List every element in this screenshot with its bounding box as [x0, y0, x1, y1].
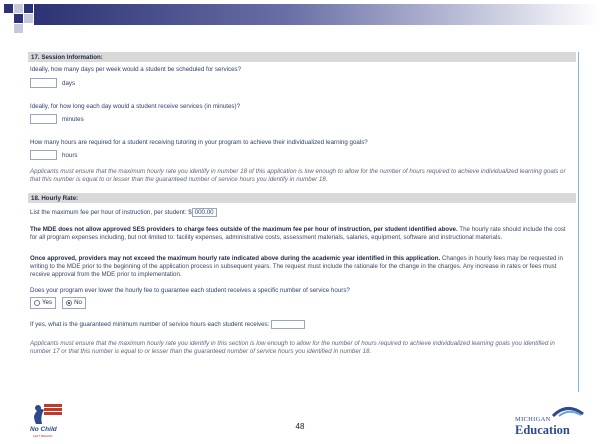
hours-question: How many hours are required for a studen…	[30, 139, 368, 146]
hours-unit: hours	[62, 152, 78, 159]
flag-figure-icon	[34, 404, 62, 424]
banner-square	[14, 24, 23, 33]
michigan-education-logo: MICHIGAN Education	[515, 404, 585, 440]
logo-left-subtext: LEFT BEHIND	[33, 434, 53, 438]
section-17-heading: 17. Session Information:	[28, 52, 576, 62]
lower-fee-question: Does your program ever lower the hourly …	[30, 287, 350, 294]
policy-2-bold: Once approved, providers may not exceed …	[30, 255, 441, 262]
logo-right-top: MICHIGAN	[515, 416, 551, 423]
section-18-note: Applicants must ensure that the maximum …	[30, 340, 555, 355]
radio-no-dot	[66, 299, 73, 306]
radio-yes-dot	[34, 299, 40, 306]
min-hours-row: If yes, what is the guaranteed minimum n…	[30, 320, 306, 329]
no-child-left-behind-logo: No Child LEFT BEHIND	[30, 402, 70, 438]
logo-right-bottom: Education	[515, 423, 570, 437]
logo-left-text: No Child	[30, 426, 57, 433]
banner-square	[14, 4, 23, 13]
minutes-input[interactable]	[30, 114, 57, 124]
banner-gradient-bar	[34, 4, 600, 25]
banner-square	[14, 14, 23, 23]
policy-paragraph-2: Once approved, providers may not exceed …	[30, 255, 572, 278]
minutes-unit: minutes	[62, 116, 84, 123]
days-question: Ideally, how many days per week would a …	[30, 66, 242, 73]
fee-input[interactable]: 000.00	[191, 208, 217, 217]
radio-no-label: No	[74, 299, 83, 306]
section-17-note: Applicants must ensure that the maximum …	[30, 168, 566, 183]
hours-input[interactable]	[30, 150, 57, 160]
days-input[interactable]	[30, 78, 57, 88]
page-number: 48	[295, 422, 305, 431]
form-area: 17. Session Information: Ideally, how ma…	[28, 52, 576, 412]
policy-1-bold: The MDE does not allow approved SES prov…	[30, 226, 458, 233]
policy-paragraph-1: The MDE does not allow approved SES prov…	[30, 226, 572, 242]
radio-yes[interactable]: Yes	[30, 297, 57, 309]
min-hours-input[interactable]	[271, 320, 306, 329]
banner-square	[24, 14, 33, 23]
min-hours-label: If yes, what is the guaranteed minimum n…	[30, 321, 270, 329]
section-18-heading: 18. Hourly Rate:	[28, 193, 576, 203]
days-unit: days	[62, 80, 76, 87]
minutes-question: Ideally, for how long each day would a s…	[30, 103, 241, 110]
radio-yes-label: Yes	[42, 299, 53, 306]
banner-square	[4, 4, 13, 13]
banner-square	[24, 4, 33, 13]
radio-no[interactable]: No	[62, 297, 87, 309]
fee-label: List the maximum fee per hour of instruc…	[30, 209, 192, 217]
right-edge-line	[578, 52, 579, 392]
fee-row: List the maximum fee per hour of instruc…	[30, 208, 217, 217]
lower-fee-radio-group: Yes No	[30, 297, 87, 309]
header-banner	[0, 0, 600, 33]
